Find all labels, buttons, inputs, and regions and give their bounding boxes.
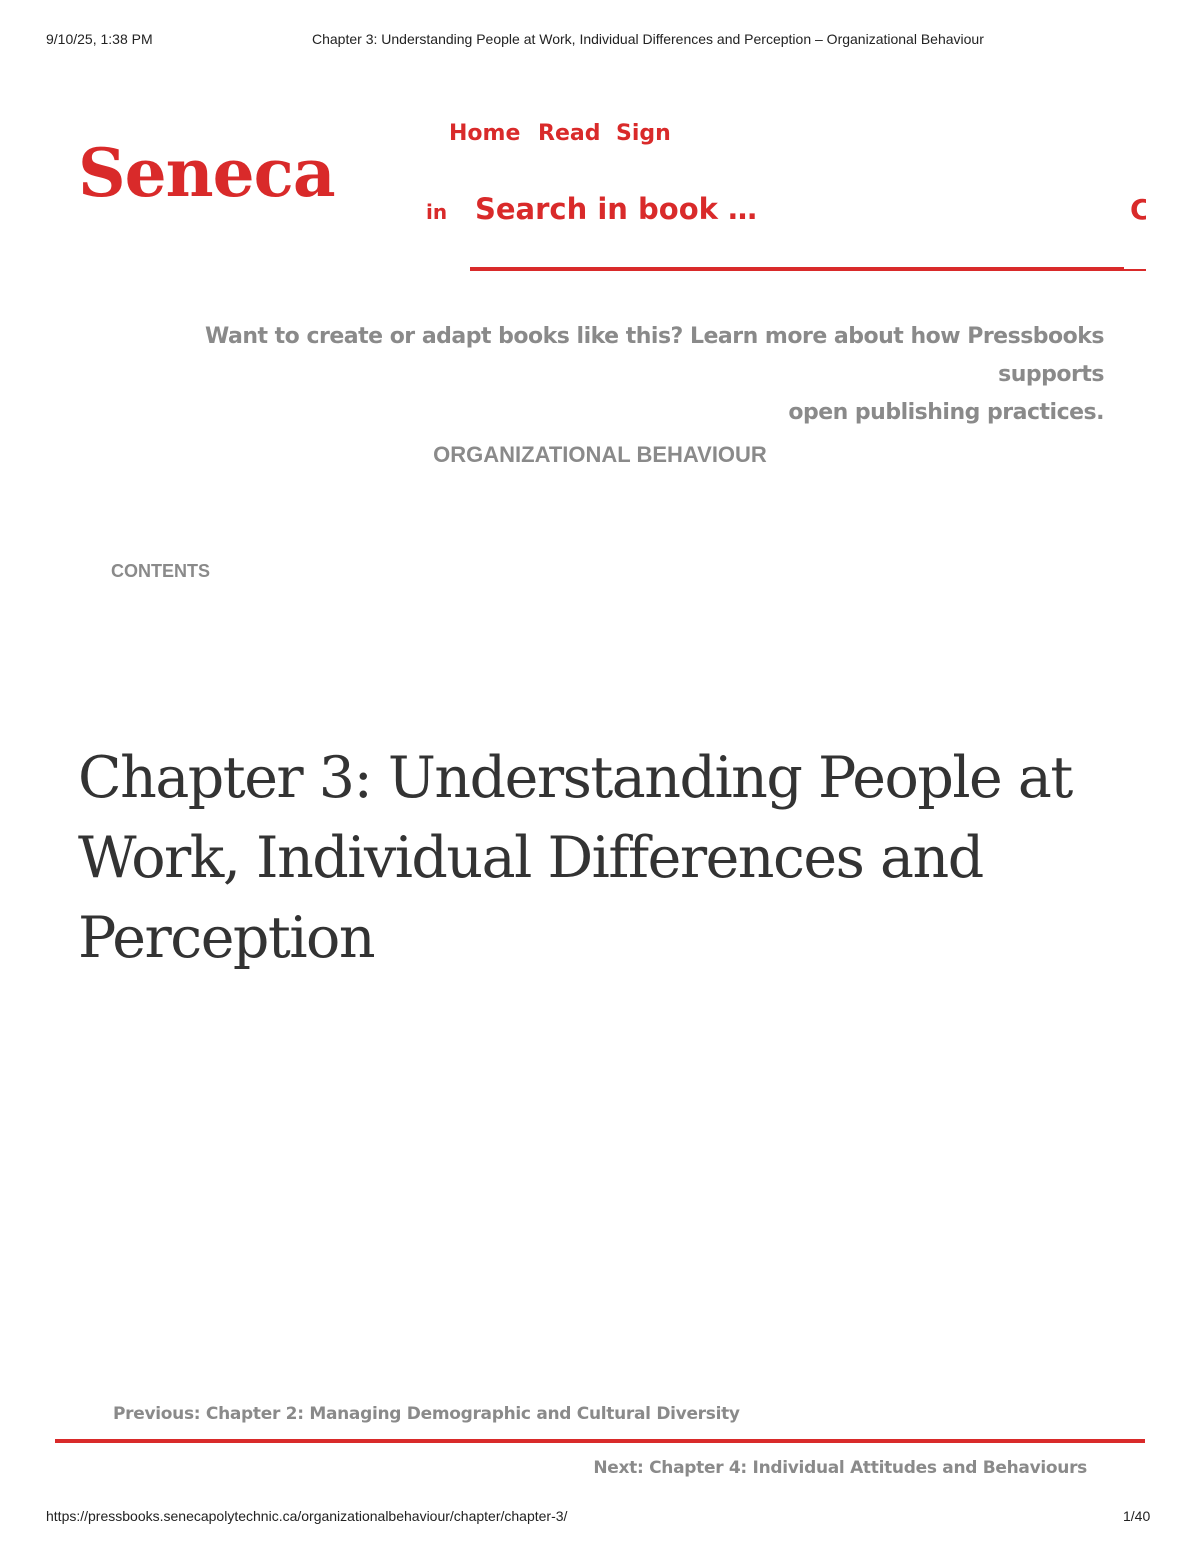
next-chapter-link[interactable]: Next: Chapter 4: Individual Attitudes an… [593,1458,1087,1478]
search-submit-button[interactable]: C [1130,194,1146,226]
nav-sign-in-link[interactable]: Sign [616,121,671,146]
promo-line-2: open publishing practices. [788,400,1104,425]
print-datetime: 9/10/25, 1:38 PM [46,31,153,47]
previous-chapter-link[interactable]: Previous: Chapter 2: Managing Demographi… [113,1404,740,1424]
seneca-logo[interactable]: Seneca [78,140,336,206]
search-submit-underline [1124,269,1146,271]
book-title-link[interactable]: ORGANIZATIONAL BEHAVIOUR [0,442,1200,468]
print-url: https://pressbooks.senecapolytechnic.ca/… [46,1508,568,1524]
nav-read-link[interactable]: Read [538,121,600,146]
print-doc-title: Chapter 3: Understanding People at Work,… [312,31,984,47]
search-submit-label: C [1130,194,1146,226]
print-page-number: 1/40 [1123,1508,1151,1524]
nav-sign-in-link-continued[interactable]: in [426,200,447,224]
pagination-divider [55,1439,1145,1443]
nav-home-link[interactable]: Home [449,121,520,146]
search-input[interactable]: Search in book … [475,192,757,226]
search-input-underline [470,267,1124,271]
contents-toggle[interactable]: CONTENTS [111,561,210,582]
promo-line-1: Want to create or adapt books like this?… [204,324,1105,387]
chapter-title: Chapter 3: Understanding People at Work,… [78,745,1073,971]
pressbooks-promo[interactable]: Want to create or adapt books like this?… [140,318,1105,432]
